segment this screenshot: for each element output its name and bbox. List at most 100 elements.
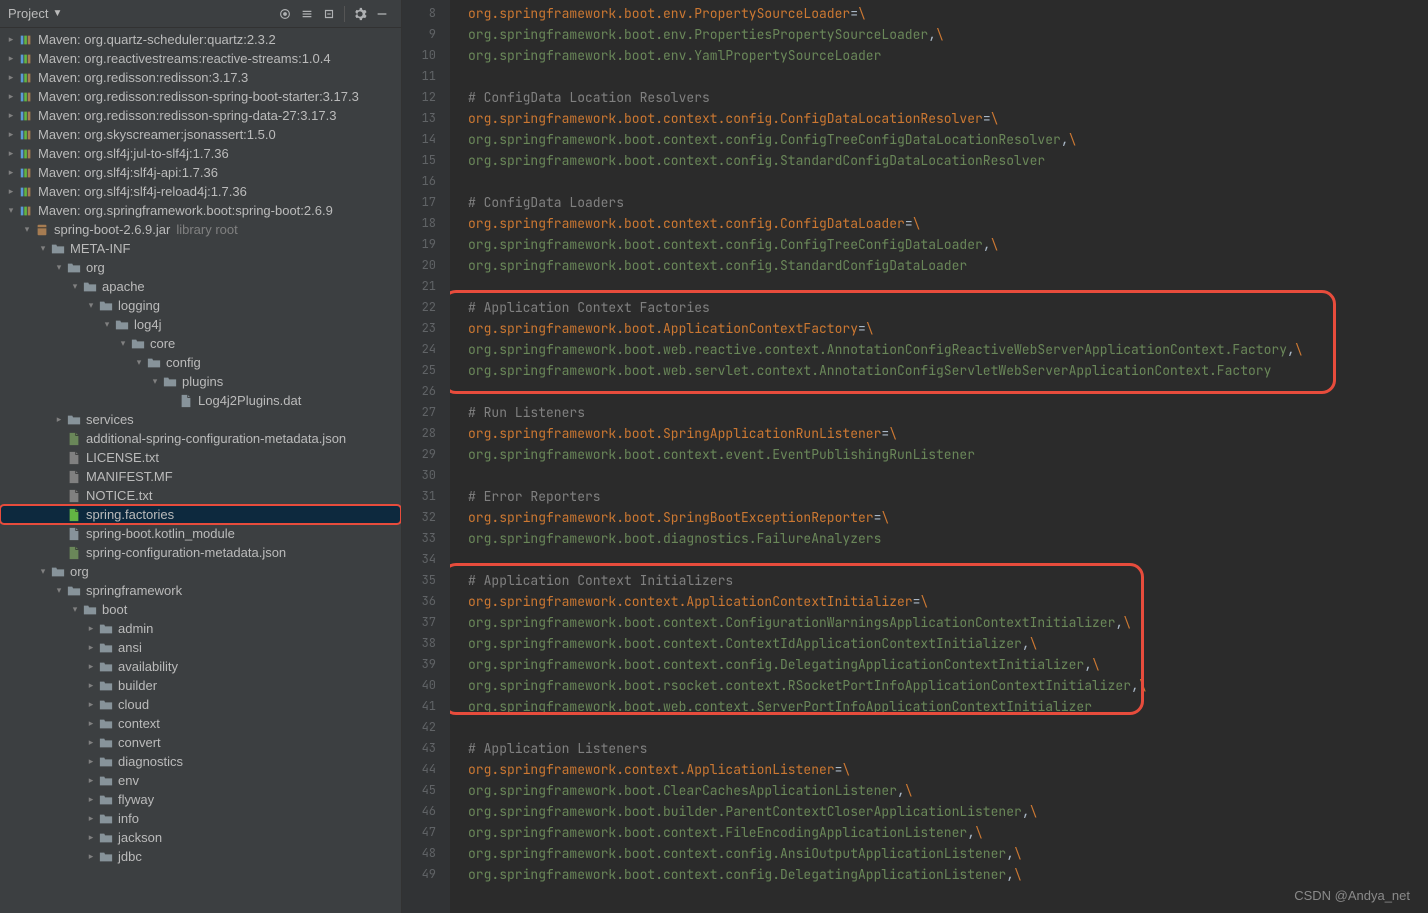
chevron-icon[interactable]: ▾ xyxy=(70,281,80,292)
folder-icon xyxy=(50,241,66,257)
tree-item[interactable]: ▸Maven: org.slf4j:jul-to-slf4j:1.7.36 xyxy=(0,144,401,163)
tree-item[interactable]: ▾config xyxy=(0,353,401,372)
tree-item[interactable]: ▸convert xyxy=(0,733,401,752)
tree-item[interactable]: ▸Maven: org.redisson:redisson:3.17.3 xyxy=(0,68,401,87)
collapse-all-icon[interactable] xyxy=(320,5,338,23)
line-number: 31 xyxy=(402,486,450,507)
chevron-icon[interactable]: ▾ xyxy=(118,338,128,349)
tree-item[interactable]: ▾apache xyxy=(0,277,401,296)
chevron-icon[interactable]: ▸ xyxy=(6,34,16,45)
tree-item[interactable]: ▸ flyway xyxy=(0,790,401,809)
tree-item[interactable]: ▾org xyxy=(0,562,401,581)
chevron-icon[interactable]: ▾ xyxy=(38,243,48,254)
tree-item[interactable]: ▾plugins xyxy=(0,372,401,391)
tree-item[interactable]: additional-spring-configuration-metadata… xyxy=(0,429,401,448)
chevron-icon[interactable]: ▸ xyxy=(6,148,16,159)
expand-all-icon[interactable] xyxy=(298,5,316,23)
tree-item[interactable]: spring-boot.kotlin_module xyxy=(0,524,401,543)
chevron-icon[interactable]: ▸ xyxy=(86,718,96,729)
tree-item[interactable]: ▾logging xyxy=(0,296,401,315)
code-area[interactable]: org.springframework.boot.env.PropertySou… xyxy=(450,0,1428,913)
tree-item[interactable]: ▸services xyxy=(0,410,401,429)
tree-item[interactable]: ▾springframework xyxy=(0,581,401,600)
chevron-icon[interactable]: ▸ xyxy=(86,851,96,862)
chevron-icon[interactable]: ▸ xyxy=(54,414,64,425)
tree-item[interactable]: ▸context xyxy=(0,714,401,733)
tree-item[interactable]: MANIFEST.MF xyxy=(0,467,401,486)
chevron-icon[interactable]: ▸ xyxy=(86,813,96,824)
chevron-icon[interactable]: ▸ xyxy=(86,794,96,805)
tree-item[interactable]: ▾META-INF xyxy=(0,239,401,258)
chevron-icon[interactable]: ▾ xyxy=(86,300,96,311)
chevron-icon[interactable]: ▸ xyxy=(6,167,16,178)
chevron-icon[interactable]: ▸ xyxy=(86,775,96,786)
chevron-icon[interactable]: ▸ xyxy=(86,737,96,748)
tree-item[interactable]: ▸availability xyxy=(0,657,401,676)
tree-item[interactable]: ▸jdbc xyxy=(0,847,401,866)
tree-item[interactable]: ▸admin xyxy=(0,619,401,638)
chevron-icon[interactable]: ▾ xyxy=(54,262,64,273)
code-line: # ConfigData Loaders xyxy=(468,192,1428,213)
gear-icon[interactable] xyxy=(351,5,369,23)
chevron-icon[interactable]: ▸ xyxy=(6,110,16,121)
tree-item[interactable]: ▸diagnostics xyxy=(0,752,401,771)
tree-item[interactable]: ▸ ansi xyxy=(0,638,401,657)
chevron-icon[interactable]: ▸ xyxy=(86,832,96,843)
chevron-icon[interactable]: ▾ xyxy=(6,205,16,216)
tree-item[interactable]: ▸Maven: org.redisson:redisson-spring-dat… xyxy=(0,106,401,125)
dropdown-arrow-icon[interactable]: ▼ xyxy=(52,8,62,19)
line-number: 9 xyxy=(402,24,450,45)
lib-icon xyxy=(18,146,34,162)
tree-item[interactable]: Log4j2Plugins.dat xyxy=(0,391,401,410)
tree-item[interactable]: ▸cloud xyxy=(0,695,401,714)
tree-item[interactable]: NOTICE.txt xyxy=(0,486,401,505)
chevron-icon[interactable]: ▸ xyxy=(86,623,96,634)
project-tree[interactable]: ▸Maven: org.quartz-scheduler:quartz:2.3.… xyxy=(0,28,401,913)
sidebar-title[interactable]: Project xyxy=(8,6,48,21)
chevron-icon[interactable]: ▾ xyxy=(38,566,48,577)
tree-item[interactable]: ▾Maven: org.springframework.boot:spring-… xyxy=(0,201,401,220)
tree-item[interactable]: ▸builder xyxy=(0,676,401,695)
chevron-icon[interactable]: ▸ xyxy=(86,642,96,653)
tree-item[interactable]: spring.factories xyxy=(0,505,401,524)
chevron-icon[interactable]: ▸ xyxy=(86,661,96,672)
chevron-icon[interactable]: ▸ xyxy=(86,680,96,691)
tree-item[interactable]: ▾core xyxy=(0,334,401,353)
tree-item[interactable]: ▸env xyxy=(0,771,401,790)
chevron-icon[interactable]: ▾ xyxy=(54,585,64,596)
tree-item[interactable]: ▾spring-boot-2.6.9.jarlibrary root xyxy=(0,220,401,239)
tree-item[interactable]: ▸info xyxy=(0,809,401,828)
tree-item[interactable]: ▸jackson xyxy=(0,828,401,847)
chevron-icon[interactable]: ▾ xyxy=(150,376,160,387)
chevron-icon[interactable]: ▾ xyxy=(22,224,32,235)
folder-icon xyxy=(98,716,114,732)
tree-item[interactable]: ▸Maven: org.reactivestreams:reactive-str… xyxy=(0,49,401,68)
tree-item[interactable]: LICENSE.txt xyxy=(0,448,401,467)
tree-item[interactable]: ▸Maven: org.skyscreamer:jsonassert:1.5.0 xyxy=(0,125,401,144)
chevron-icon[interactable]: ▸ xyxy=(6,91,16,102)
tree-item[interactable]: ▸Maven: org.quartz-scheduler:quartz:2.3.… xyxy=(0,30,401,49)
chevron-icon[interactable]: ▸ xyxy=(86,756,96,767)
tree-item[interactable]: ▸Maven: org.slf4j:slf4j-api:1.7.36 xyxy=(0,163,401,182)
line-number: 42 xyxy=(402,717,450,738)
tree-label: ansi xyxy=(118,640,142,655)
tree-item[interactable]: ▾boot xyxy=(0,600,401,619)
chevron-icon[interactable]: ▾ xyxy=(102,319,112,330)
minimize-icon[interactable] xyxy=(373,5,391,23)
tree-item[interactable]: ▾ org xyxy=(0,258,401,277)
tree-item[interactable]: spring-configuration-metadata.json xyxy=(0,543,401,562)
chevron-icon[interactable]: ▸ xyxy=(6,72,16,83)
tree-label: flyway xyxy=(118,792,154,807)
chevron-icon[interactable]: ▸ xyxy=(6,129,16,140)
chevron-icon[interactable]: ▸ xyxy=(6,53,16,64)
tree-item[interactable]: ▾log4j xyxy=(0,315,401,334)
tree-item[interactable]: ▸Maven: org.redisson:redisson-spring-boo… xyxy=(0,87,401,106)
chevron-icon[interactable]: ▸ xyxy=(86,699,96,710)
locate-icon[interactable] xyxy=(276,5,294,23)
tree-item[interactable]: ▸Maven: org.slf4j:slf4j-reload4j:1.7.36 xyxy=(0,182,401,201)
chevron-icon[interactable]: ▸ xyxy=(6,186,16,197)
chevron-icon[interactable]: ▾ xyxy=(134,357,144,368)
mf-icon xyxy=(66,469,82,485)
chevron-icon[interactable]: ▾ xyxy=(70,604,80,615)
tree-label: org xyxy=(86,260,105,275)
